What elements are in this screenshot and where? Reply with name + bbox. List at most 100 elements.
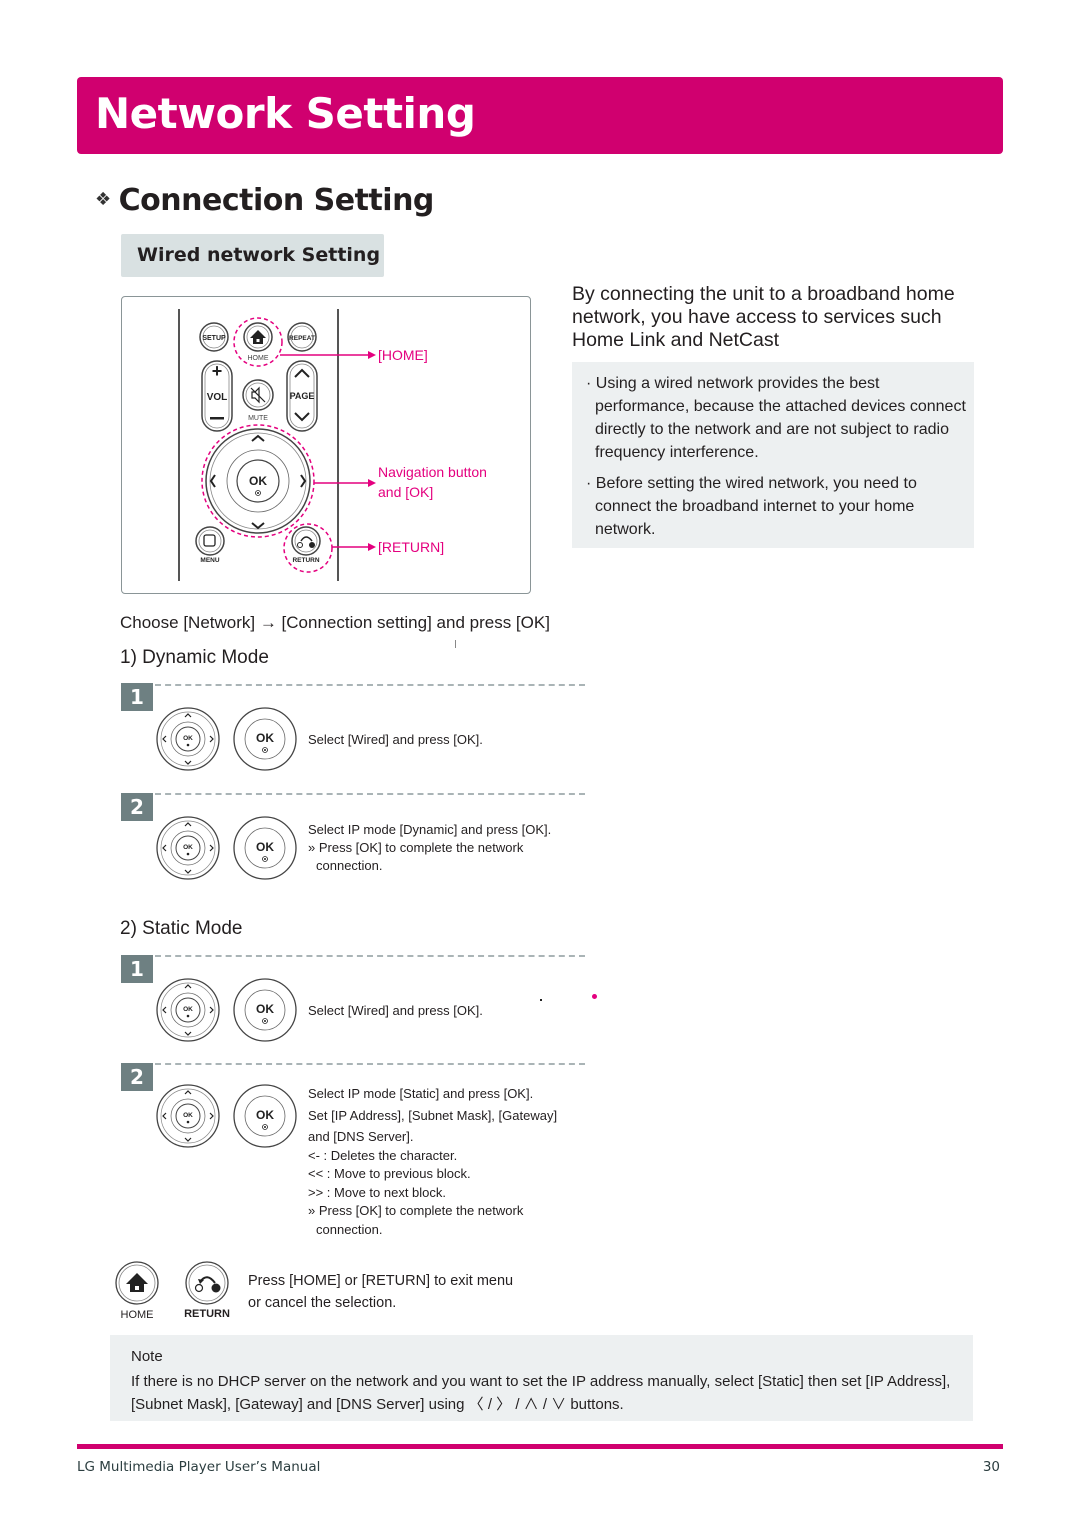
step-line: Select [Wired] and press [OK].: [308, 732, 483, 747]
step-instructions: Select IP mode [Static] and press [OK]. …: [308, 1085, 557, 1239]
step-line: Select [Wired] and press [OK].: [308, 1003, 483, 1018]
return-icon-label: RETURN: [184, 1308, 230, 1320]
step-badge: 1: [121, 683, 153, 711]
callout-navigation: Navigation button and [OK]: [378, 462, 487, 502]
step-instructions: Select IP mode [Dynamic] and press [OK].…: [308, 821, 551, 875]
page-title: Network Setting: [95, 89, 476, 138]
nav-and-ok-icon: OK OK: [156, 816, 297, 880]
callout-home: [HOME]: [378, 347, 428, 363]
svg-text:OK: OK: [183, 1112, 193, 1119]
step-badge: 1: [121, 955, 153, 983]
ok-button-icon: OK: [233, 1084, 297, 1148]
callout-line-navigation: [314, 479, 376, 487]
menu-label: MENU: [200, 557, 219, 564]
svg-text:OK: OK: [256, 840, 274, 854]
note-body: If there is no DHCP server on the networ…: [131, 1373, 951, 1413]
step-badge: 2: [121, 1063, 153, 1091]
volume-rocker-icon: + VOL: [201, 360, 233, 432]
page-rocker-icon: PAGE: [286, 360, 318, 432]
step-divider: [155, 1063, 585, 1065]
static-mode-title: 2) Static Mode: [120, 918, 243, 939]
svg-text:OK: OK: [183, 1006, 193, 1013]
step-instructions: Select [Wired] and press [OK].: [308, 731, 483, 749]
navigation-ring-icon: OK: [201, 424, 315, 538]
page-label: PAGE: [290, 391, 315, 401]
setup-label: SETUP: [202, 335, 226, 342]
vol-plus-label: +: [212, 361, 223, 381]
manual-title: LG Multimedia Player User’s Manual: [77, 1459, 321, 1475]
home-icon: [115, 1261, 159, 1305]
navigation-ring-icon: OK: [156, 707, 220, 771]
intro-paragraph: By connecting the unit to a broadband ho…: [572, 283, 955, 351]
footer-divider: [77, 1444, 1003, 1449]
ok-button-icon: OK: [233, 816, 297, 880]
callout-return: [RETURN]: [378, 539, 445, 555]
remote-figure: SETUP HOME REPEAT + VOL MUTE PAGE OK MEN…: [121, 296, 531, 594]
home-icon-label: HOME: [120, 1309, 154, 1321]
note-panel: Note If there is no DHCP server on the n…: [110, 1335, 973, 1421]
svg-text:OK: OK: [256, 1002, 274, 1016]
svg-text:OK: OK: [183, 844, 193, 851]
navigation-ring-icon: OK: [156, 1084, 220, 1148]
mute-button-icon: MUTE: [242, 379, 274, 422]
step-badge: 2: [121, 793, 153, 821]
stray-dot-pink: [592, 994, 597, 999]
stray-mark: [455, 640, 456, 648]
exit-icons: [115, 1261, 229, 1305]
step-line: Select IP mode [Dynamic] and press [OK].: [308, 822, 552, 837]
navigation-ring-icon: OK: [156, 978, 220, 1042]
step-line: and [DNS Server].: [308, 1129, 414, 1144]
exit-instructions: Press [HOME] or [RETURN] to exit menu or…: [248, 1270, 513, 1314]
step-divider: [155, 955, 585, 957]
menu-button-icon: MENU: [195, 526, 225, 564]
diamond-cluster-icon: ❖: [95, 189, 111, 210]
ok-button-icon: OK: [233, 707, 297, 771]
step-line: >> : Move to next block.: [308, 1184, 447, 1200]
step-line: Select IP mode [Static] and press [OK].: [308, 1086, 534, 1101]
callout-navigation-line1: Navigation button: [378, 464, 487, 480]
step-divider: [155, 793, 585, 795]
setup-button-icon: SETUP: [199, 322, 229, 352]
note-title: Note: [131, 1348, 163, 1365]
svg-text:OK: OK: [256, 1108, 274, 1122]
dynamic-mode-title: 1) Dynamic Mode: [120, 647, 269, 668]
home-label: HOME: [248, 355, 269, 362]
remote-illustration: SETUP HOME REPEAT + VOL MUTE PAGE OK MEN…: [178, 309, 376, 581]
step-divider: [155, 684, 585, 686]
step-line: << : Move to previous block.: [308, 1166, 471, 1181]
return-icon: [185, 1261, 229, 1305]
repeat-button-icon: REPEAT: [287, 322, 317, 352]
svg-text:OK: OK: [183, 735, 193, 742]
nav-and-ok-icon: OK OK: [156, 707, 297, 771]
step-line: » Press [OK] to complete the network: [308, 840, 524, 855]
step-line: <- : Deletes the character.: [308, 1147, 458, 1163]
return-button-icon: RETURN: [283, 523, 333, 573]
subsection-tab: Wired network Setting: [121, 234, 384, 277]
info-panel: · Using a wired network provides the bes…: [572, 362, 974, 548]
svg-text:OK: OK: [256, 731, 274, 745]
page-number: 30: [982, 1459, 1000, 1475]
nav-and-ok-icon: OK OK: [156, 1084, 297, 1148]
ok-label: OK: [249, 474, 267, 488]
info-bullet: · Before setting the wired network, you …: [586, 475, 917, 538]
vol-label: VOL: [207, 392, 228, 403]
step-line: » Press [OK] to complete the network: [308, 1203, 524, 1218]
navigation-ring-icon: OK: [156, 816, 220, 880]
step-line: connection.: [316, 858, 383, 873]
callout-line-home: [280, 351, 376, 359]
stray-dot: [540, 999, 542, 1001]
subsection-tab-label: Wired network Setting: [137, 244, 381, 266]
callout-navigation-line2: and [OK]: [378, 484, 434, 500]
exit-line: or cancel the selection.: [248, 1295, 397, 1311]
info-list: · Using a wired network provides the bes…: [586, 372, 966, 549]
section-title: ❖ Connection Setting: [95, 183, 434, 218]
section-title-text: Connection Setting: [118, 183, 435, 218]
header-banner: Network Setting: [77, 77, 1003, 154]
step-line: connection.: [316, 1221, 383, 1237]
step-line: Set [IP Address], [Subnet Mask], [Gatewa…: [308, 1107, 558, 1123]
ok-button-icon: OK: [233, 978, 297, 1042]
return-label: RETURN: [292, 557, 319, 564]
exit-line: Press [HOME] or [RETURN] to exit menu: [248, 1273, 514, 1289]
home-button-icon: HOME: [233, 317, 283, 367]
step-instructions: Select [Wired] and press [OK].: [308, 1002, 483, 1020]
